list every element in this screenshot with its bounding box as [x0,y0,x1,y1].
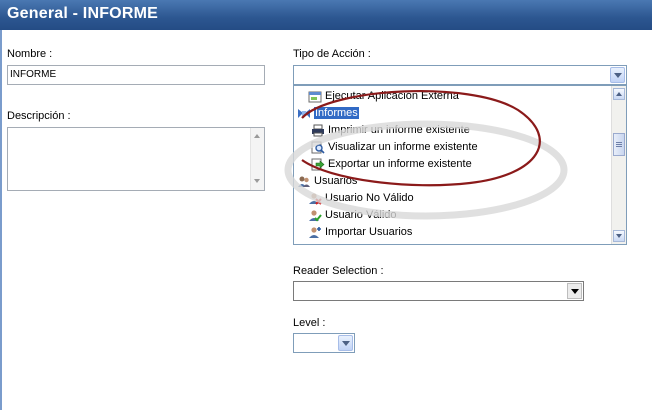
descripcion-label: Descripción : [7,110,71,122]
title-bar: General - INFORME [0,0,652,30]
list-item-selected[interactable]: Informes [297,105,359,122]
list-item[interactable]: Visualizar un informe existente [311,139,478,156]
list-item[interactable]: Imprimir un informe existente [311,122,470,139]
chevron-down-icon [342,341,350,346]
import-users-icon [308,226,322,239]
reader-selection-label: Reader Selection : [293,265,384,277]
level-label: Level : [293,317,326,329]
scroll-thumb[interactable] [613,133,625,156]
valid-user-icon [308,209,322,222]
application-icon [308,90,322,103]
list-item[interactable]: Ejecutar Aplicación Externa [308,88,459,105]
list-scrollbar[interactable] [611,86,626,244]
chevron-down-icon [571,289,579,294]
scroll-down-button[interactable] [613,230,625,242]
level-combobox[interactable] [293,333,355,353]
list-item[interactable]: Usuario No Válido [308,190,414,207]
chevron-up-icon [616,92,622,96]
tipo-accion-list[interactable]: Ejecutar Aplicación Externa Informes Imp… [293,85,627,245]
scroll-down-icon[interactable] [254,179,260,183]
descripcion-scrollbar[interactable] [250,128,264,190]
printer-icon [311,124,325,137]
list-item[interactable]: Usuarios [297,173,357,190]
invalid-user-icon [308,192,322,205]
scroll-up-icon[interactable] [254,134,260,138]
tipo-accion-combobox[interactable] [293,65,627,85]
export-document-icon [311,158,325,171]
tipo-accion-dropdown-button[interactable] [610,67,625,83]
left-border [0,30,2,410]
level-dropdown-button[interactable] [338,335,353,351]
chevron-down-icon [614,73,622,78]
tipo-accion-label: Tipo de Acción : [293,48,371,60]
reader-selection-dropdown-button[interactable] [567,283,582,299]
list-item[interactable]: Usuario Válido [308,207,397,224]
list-item[interactable]: Exportar un informe existente [311,156,472,173]
descripcion-textarea[interactable] [7,127,265,191]
chevron-down-icon [616,234,622,238]
reader-selection-combobox[interactable] [293,281,584,301]
grip-icon [616,142,622,143]
users-icon [297,175,311,188]
nombre-input[interactable]: INFORME [7,65,265,85]
magnifier-document-icon [311,141,325,154]
nombre-label: Nombre : [7,48,53,60]
scroll-up-button[interactable] [613,88,625,100]
reports-category-icon [297,107,311,120]
window-title: General - INFORME [7,5,158,22]
list-item[interactable]: Importar Usuarios [308,224,412,241]
